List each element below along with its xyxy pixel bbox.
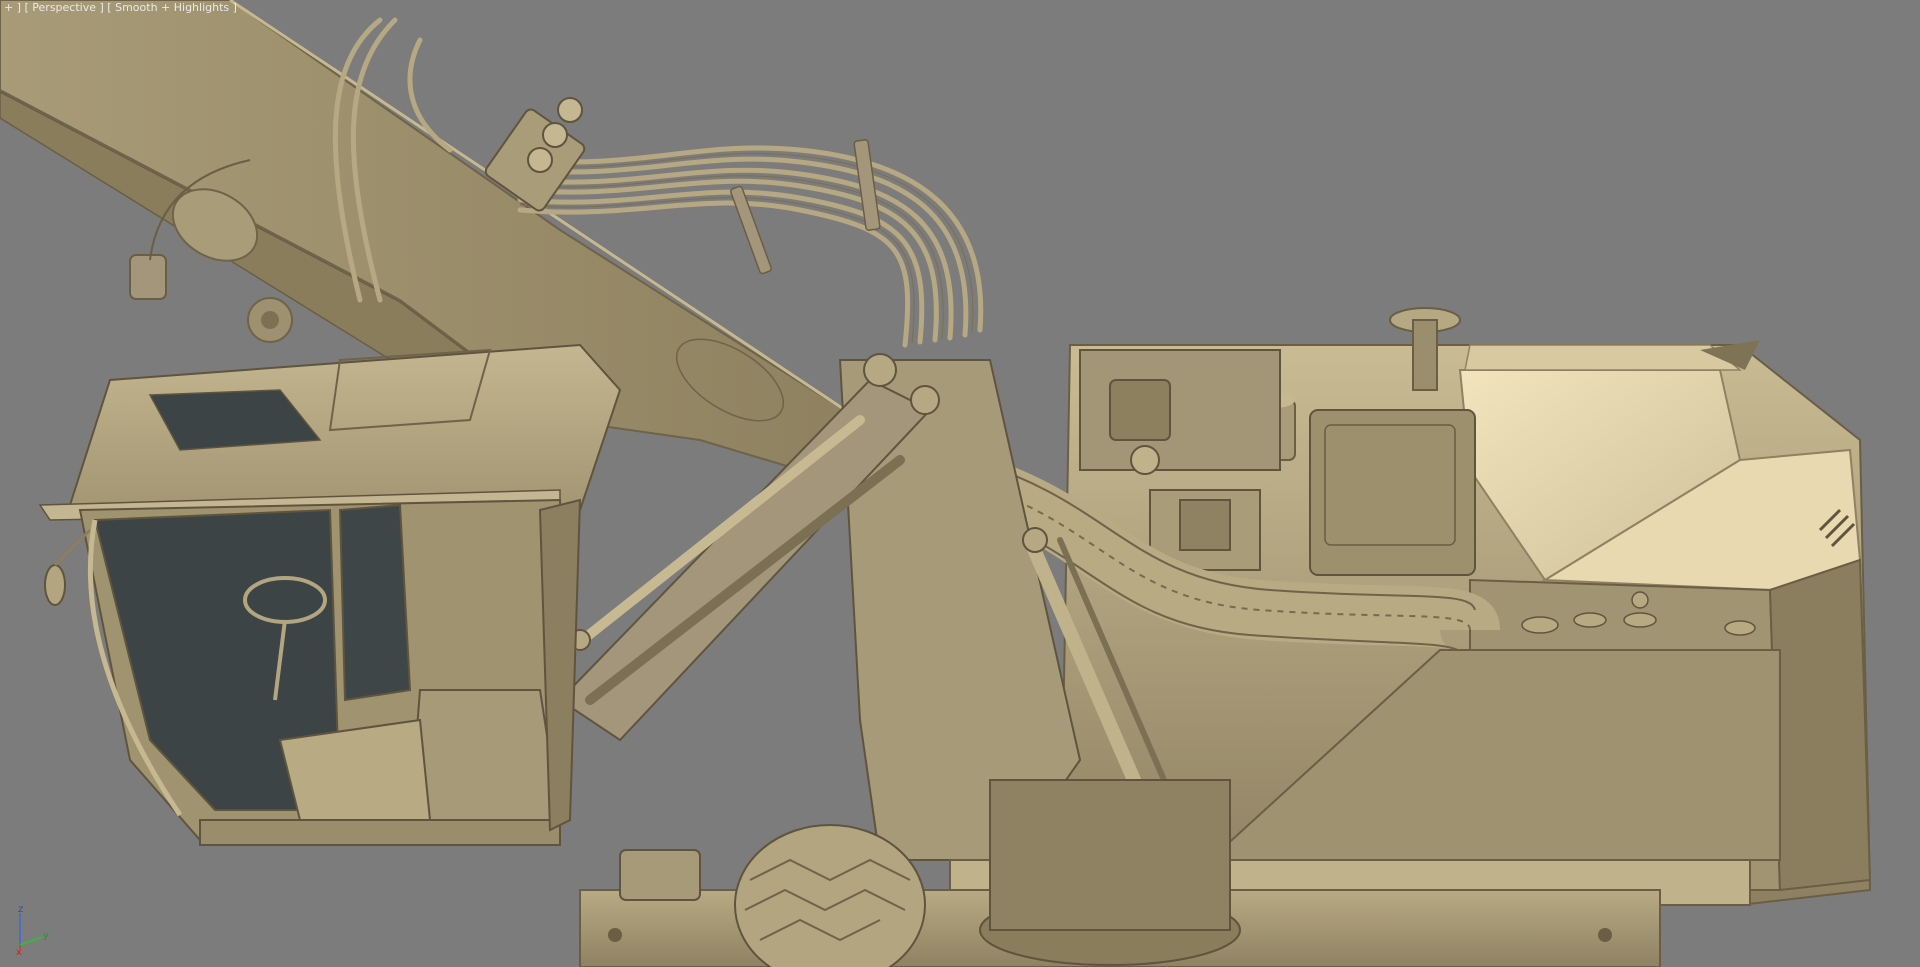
axis-y-label: y <box>43 930 49 941</box>
axis-z-label: z <box>18 905 23 915</box>
3d-viewport[interactable]: + ] [ Perspective ] [ Smooth + Highlight… <box>0 0 1920 967</box>
excavator-model-render[interactable] <box>0 0 1920 967</box>
view-mode-label[interactable]: Perspective <box>32 1 96 14</box>
label-separator: ] [ <box>96 1 116 14</box>
axis-gizmo: z y x <box>16 905 49 955</box>
label-close-bracket: ] <box>229 1 237 14</box>
shading-mode-label[interactable]: Smooth + Highlights <box>115 1 229 14</box>
axis-x-label: x <box>16 947 22 955</box>
mirror <box>44 528 92 606</box>
operator-cab <box>38 343 622 846</box>
viewport-menu-plus[interactable]: + ] [ <box>4 1 32 14</box>
viewport-label[interactable]: + ] [ Perspective ] [ Smooth + Highlight… <box>4 1 237 14</box>
